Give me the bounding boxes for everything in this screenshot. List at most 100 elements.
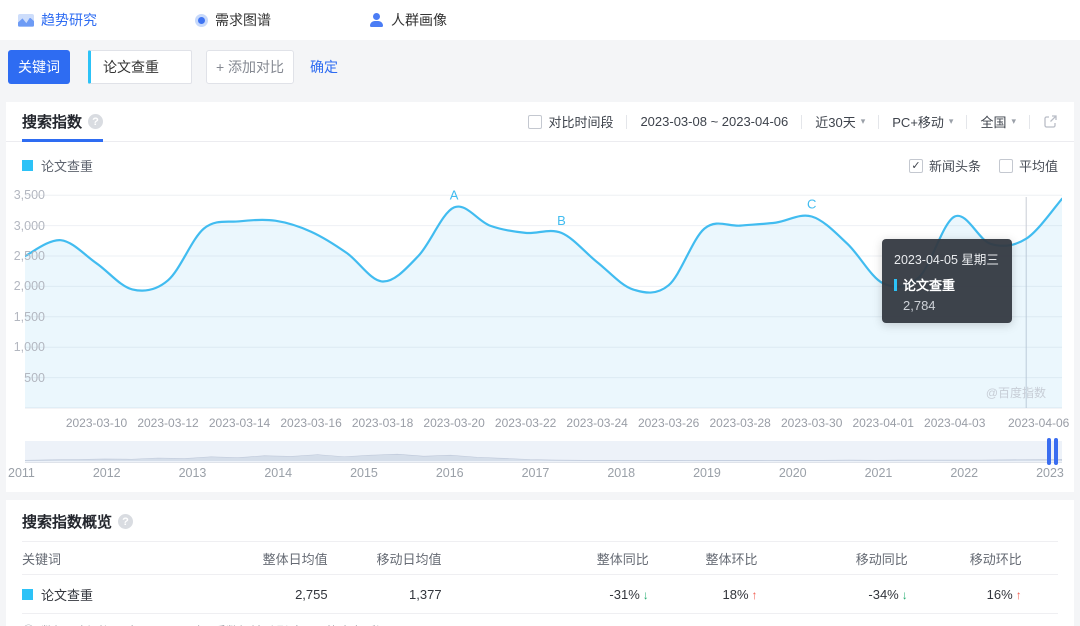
timeline-spark	[25, 453, 1062, 462]
tooltip-value: 2,784	[903, 298, 936, 313]
up-arrow-icon: ↑	[751, 587, 758, 602]
confirm-link[interactable]: 确定	[310, 57, 338, 77]
row-keyword: 论文查重	[41, 587, 94, 603]
nav-tab-demand-graph[interactable]: 需求图谱	[195, 10, 271, 30]
timeline-year-label: 2016	[435, 466, 464, 480]
row-overall-mom: 18% ↑	[648, 574, 758, 614]
divider	[878, 114, 880, 129]
down-arrow-icon: ↓	[901, 587, 908, 602]
chart-tooltip: 2023-04-05 星期三 论文查重 2,784	[882, 239, 1012, 323]
date-range[interactable]: 2023-03-08 ~ 2023-04-06	[640, 114, 788, 129]
nav-tab-trend[interactable]: 趋势研究	[18, 10, 97, 30]
y-tick-label: 2,000	[13, 279, 45, 294]
row-mobile-yoy: -34% ↓	[757, 574, 908, 614]
y-tick-label: 500	[24, 370, 45, 385]
col-overall-yoy: 整体同比	[441, 541, 649, 575]
chevron-down-icon: ▾	[860, 116, 866, 126]
x-axis-labels: 2023-03-10 2023-03-12 2023-03-14 2023-03-16…	[25, 416, 1070, 432]
table-row: 论文查重 2,755 1,377 -31% ↓ 18% ↑ -34% ↓ 16% ↑	[22, 574, 1058, 614]
x-tick-label: 2023-03-30	[780, 416, 843, 430]
col-overall-daily: 整体日均值	[249, 541, 328, 575]
persona-icon	[369, 13, 384, 27]
chevron-down-icon: ▾	[1011, 116, 1016, 126]
x-tick-label: 2023-03-28	[709, 416, 771, 430]
overview-table: 关键词 整体日均值 移动日均值 整体同比 整体环比 移动同比 移动环比 论文查重…	[22, 541, 1058, 614]
y-tick-label: 1,500	[13, 309, 45, 324]
nav-tab-persona[interactable]: 人群画像	[369, 10, 447, 30]
col-keyword: 关键词	[22, 541, 250, 575]
timeline-year-label: 2011	[8, 466, 35, 480]
tooltip-series-marker	[894, 278, 897, 291]
y-tick-label: 2,500	[13, 249, 45, 263]
region-select[interactable]: 全国 ▾	[980, 112, 1016, 131]
x-tick-label: 2023-04-06	[1007, 416, 1070, 430]
news-headlines-label: 新闻头条	[928, 159, 981, 174]
nav-tab-label: 趋势研究	[41, 12, 97, 28]
series-color-swatch	[22, 160, 33, 171]
row-overall-daily: 2,755	[249, 574, 328, 614]
x-tick-label: 2023-03-14	[208, 416, 271, 430]
legend-series-label[interactable]: 论文查重	[41, 156, 93, 175]
y-tick-label: 1,000	[13, 340, 45, 355]
compare-period-label: 对比时间段	[548, 115, 614, 130]
timeline-year-label: 2013	[178, 466, 207, 480]
timeline-year-label: 2015	[350, 466, 378, 480]
checkbox-checked-icon: ✓	[908, 158, 923, 173]
search-index-card: 搜索指数 ? 对比时间段 2023-03-08 ~ 2023-04-06 近30…	[6, 102, 1074, 492]
device-select[interactable]: PC+移动 ▾	[892, 112, 953, 131]
divider	[801, 114, 803, 129]
tab-search-index[interactable]: 搜索指数 ?	[22, 102, 104, 142]
chevron-down-icon: ▾	[948, 116, 954, 126]
timeline-year-label: 2021	[864, 466, 893, 480]
col-mobile-mom: 移动环比	[907, 541, 1022, 575]
timeline-slider-track[interactable]	[25, 438, 1062, 465]
trend-chart-icon	[18, 13, 34, 27]
period-select[interactable]: 近30天 ▾	[815, 112, 865, 131]
col-overall-mom: 整体环比	[648, 541, 758, 575]
timeline-year-label: 2023	[1036, 466, 1064, 480]
svg-text:C: C	[807, 197, 816, 212]
external-link-icon[interactable]	[1043, 114, 1058, 129]
baidu-index-watermark: @百度指数	[985, 386, 1046, 400]
demand-graph-icon	[195, 13, 208, 27]
timeline-years: 2011 2012 2013 2014 2015 2016 2017 2018 2019 2020…	[8, 466, 1064, 480]
timeline-year-label: 2017	[521, 466, 550, 480]
search-index-chart[interactable]: A B C 500 1,000 1,500 2,000 2,500 3,000 3,500 20…	[6, 185, 1074, 435]
timeline-slider-handle[interactable]	[1047, 438, 1058, 465]
row-mobile-daily: 1,377	[327, 574, 442, 614]
row-mobile-mom: 16% ↑	[907, 574, 1022, 614]
up-arrow-icon: ↑	[1015, 587, 1022, 602]
period-select-value: 近30天	[815, 115, 856, 130]
average-checkbox[interactable]: 平均值	[998, 156, 1058, 175]
checkbox-unchecked-icon	[528, 114, 543, 129]
checkbox-unchecked-icon	[998, 158, 1013, 173]
region-select-value: 全国	[980, 115, 1007, 130]
x-tick-label: 2023-03-24	[566, 416, 628, 430]
add-compare-button[interactable]: + 添加对比	[206, 50, 294, 84]
tooltip-series-name: 论文查重	[903, 278, 956, 293]
timeline-year-label: 2012	[92, 466, 121, 480]
table-header-row: 关键词 整体日均值 移动日均值 整体同比 整体环比 移动同比 移动环比	[22, 541, 1058, 575]
news-headlines-checkbox[interactable]: ✓ 新闻头条	[908, 156, 981, 175]
overview-card: 搜索指数概览 ? 关键词 整体日均值 移动日均值 整体同比 整体环比 移动同比 …	[6, 500, 1074, 626]
device-select-value: PC+移动	[892, 115, 944, 130]
overview-title: 搜索指数概览	[22, 514, 113, 531]
svg-text:A: A	[450, 187, 459, 202]
timeline-year-label: 2020	[778, 466, 807, 480]
down-arrow-icon: ↓	[642, 587, 649, 602]
keyword-input[interactable]	[88, 50, 192, 84]
help-icon[interactable]: ?	[88, 114, 104, 129]
timeline-slider: 2011 2012 2013 2014 2015 2016 2017 2018 2019 2020…	[6, 438, 1074, 480]
series-color-swatch	[22, 588, 33, 600]
compare-period-checkbox[interactable]: 对比时间段	[528, 112, 613, 131]
keyword-button[interactable]: 关键词	[8, 50, 70, 84]
legend-row: 论文查重 ✓ 新闻头条 平均值	[6, 156, 1074, 175]
overview-title-row: 搜索指数概览 ?	[6, 500, 1074, 541]
nav-tab-label: 需求图谱	[215, 12, 271, 28]
panel-header: 搜索指数 ? 对比时间段 2023-03-08 ~ 2023-04-06 近30…	[6, 102, 1074, 142]
col-mobile-yoy: 移动同比	[757, 541, 908, 575]
data-update-note: ⓘ 数据更新时间：每天12~16时，受数据波动影响，可能会有延迟。	[6, 614, 1074, 626]
tooltip-date: 2023-04-05 星期三	[894, 253, 999, 267]
x-tick-label: 2023-04-03	[924, 416, 986, 430]
help-icon[interactable]: ?	[118, 514, 134, 529]
